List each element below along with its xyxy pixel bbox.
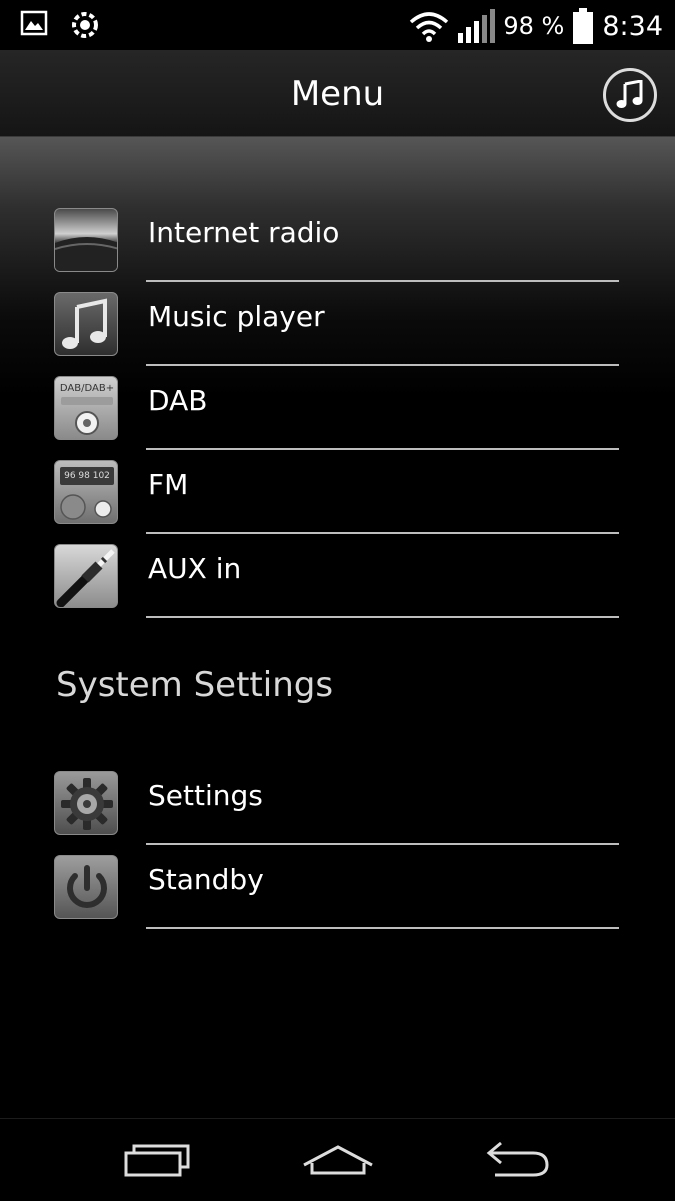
menu-item-label: DAB [148,384,208,417]
battery-percent: 98 % [503,12,565,40]
home-button[interactable] [298,1137,378,1183]
menu-item-settings[interactable]: Settings [0,763,675,847]
divider [146,927,619,929]
divider [146,448,619,450]
menu-item-music-player[interactable]: Music player [0,284,675,368]
music-player-icon [54,292,118,356]
power-icon [54,855,118,919]
divider [146,364,619,366]
menu-item-internet-radio[interactable]: Internet radio [0,200,675,284]
menu-content: Internet radio Music player DAB/DAB+ DAB [0,137,675,1117]
sync-icon [72,12,98,38]
music-note-icon [616,80,643,108]
internet-radio-icon [54,208,118,272]
menu-item-label: Settings [148,779,263,812]
battery-icon [573,8,594,44]
status-bar: 98 % 8:34 [0,0,675,50]
divider [146,616,619,618]
dab-icon: DAB/DAB+ [54,376,118,440]
signal-icon [458,9,496,43]
action-bar: Menu [0,50,675,137]
gear-icon [54,771,118,835]
wifi-icon [410,12,449,42]
menu-item-label: FM [148,468,189,501]
menu-item-dab[interactable]: DAB/DAB+ DAB [0,368,675,452]
section-title-system-settings: System Settings [56,665,334,705]
clock: 8:34 [602,10,663,42]
menu-item-fm[interactable]: 96 98 102 FM [0,452,675,536]
divider [146,280,619,282]
recent-apps-button[interactable] [118,1137,198,1183]
page-title: Menu [290,74,385,114]
back-button[interactable] [476,1137,556,1183]
gallery-icon [20,10,48,36]
menu-item-label: AUX in [148,552,242,585]
now-playing-button[interactable] [603,68,657,122]
fm-icon: 96 98 102 [54,460,118,524]
menu-item-standby[interactable]: Standby [0,847,675,931]
menu-item-aux-in[interactable]: AUX in [0,536,675,620]
menu-item-label: Music player [148,300,325,333]
recent-apps-icon [124,1144,190,1177]
menu-item-label: Internet radio [148,216,340,249]
aux-in-icon [54,544,118,608]
home-icon [303,1145,373,1175]
divider [146,532,619,534]
divider [146,843,619,845]
menu-item-label: Standby [148,863,264,896]
navigation-bar [0,1118,675,1201]
back-icon [486,1141,549,1177]
